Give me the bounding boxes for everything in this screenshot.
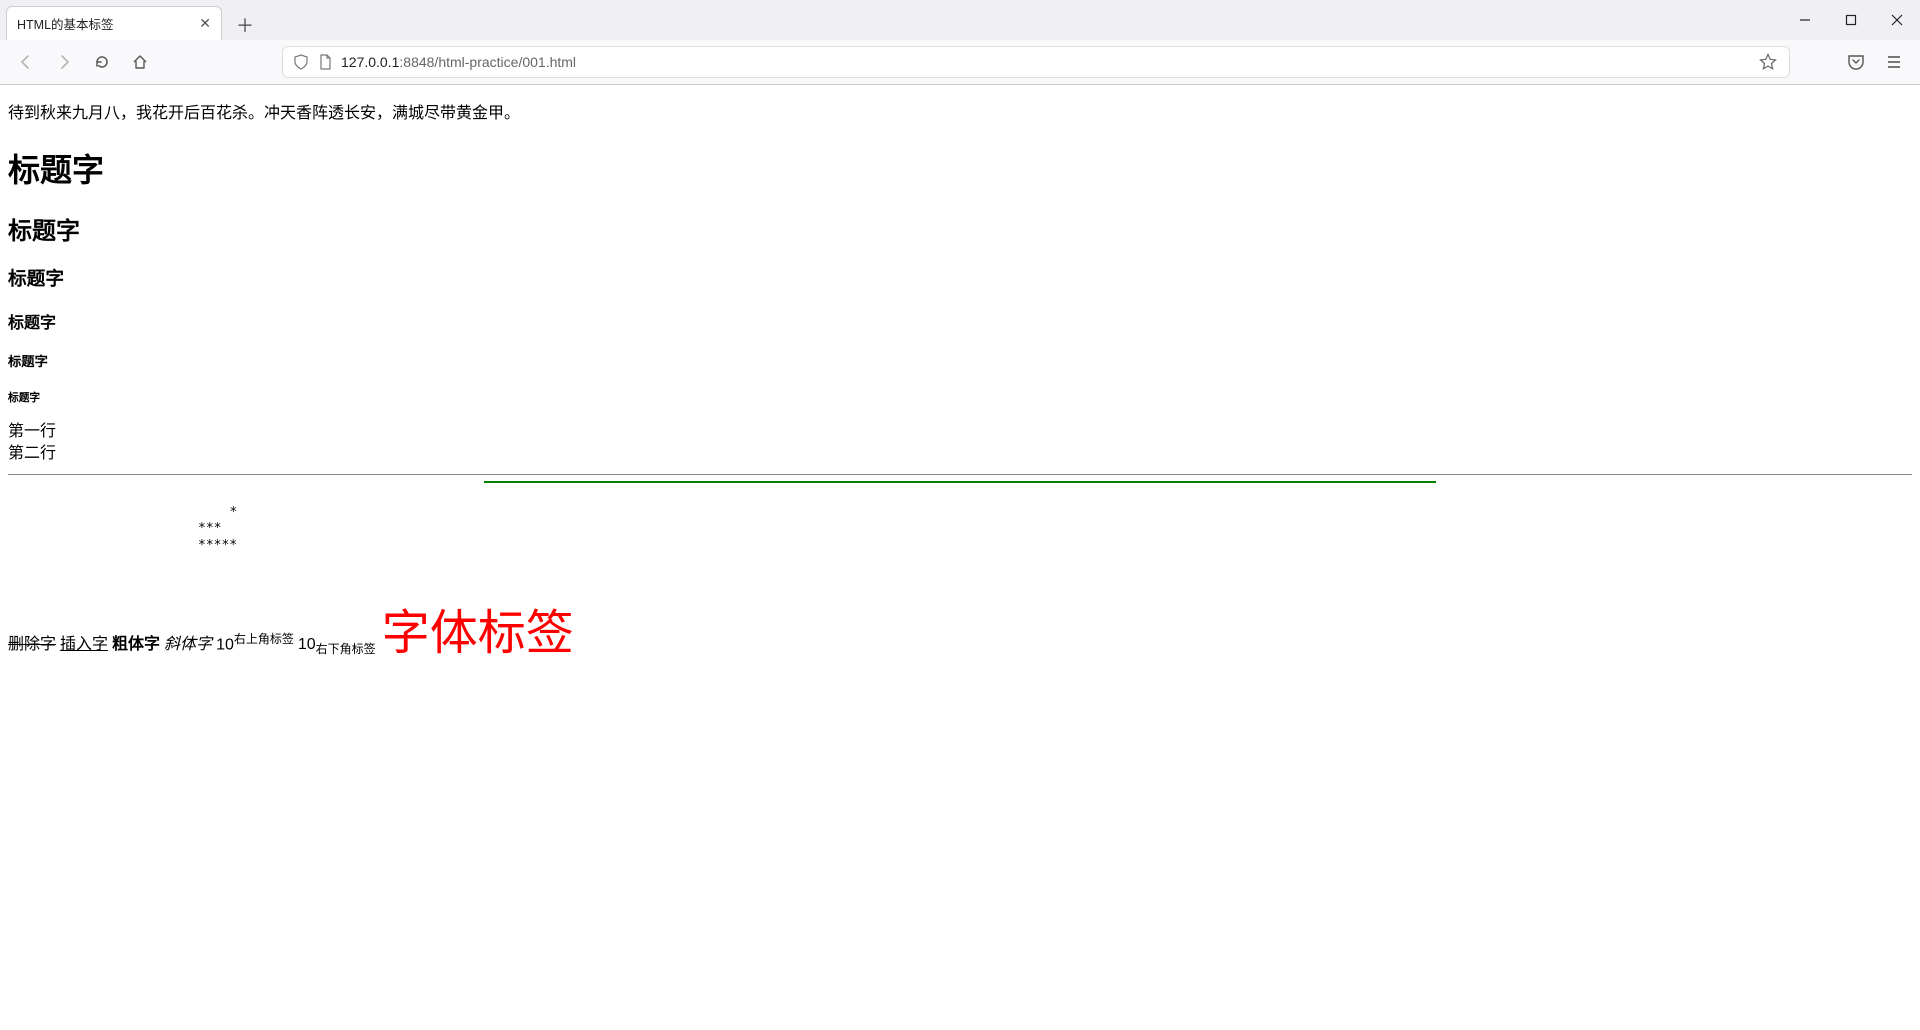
italic-text: 斜体字 xyxy=(164,630,212,654)
pre-row-3: ***** xyxy=(198,538,237,553)
font-tag-text: 字体标签 xyxy=(382,610,574,658)
two-line-paragraph: 第一行 第二行 xyxy=(8,421,1912,466)
close-window-button[interactable] xyxy=(1874,0,1920,40)
inserted-text: 插入字 xyxy=(60,630,108,654)
app-menu-icon[interactable] xyxy=(1878,46,1910,78)
subscript-text: 右下角标签 xyxy=(316,642,376,656)
close-tab-icon[interactable]: ✕ xyxy=(199,15,211,32)
url-bar[interactable]: 127.0.0.1:8848/html-practice/001.html xyxy=(282,46,1790,78)
pre-star-pyramid: ********* xyxy=(198,489,1912,570)
browser-chrome: HTML的基本标签 ✕ ＋ xyxy=(0,0,1920,85)
heading-1: 标题字 xyxy=(8,145,1912,191)
line-2: 第二行 xyxy=(8,445,56,462)
url-host: 127.0.0.1 xyxy=(341,54,399,70)
shield-icon xyxy=(293,54,309,70)
horizontal-rule-default xyxy=(8,474,1912,475)
heading-5: 标题字 xyxy=(8,351,1912,370)
heading-6: 标题字 xyxy=(8,390,1912,405)
maximize-button[interactable] xyxy=(1828,0,1874,40)
active-tab[interactable]: HTML的基本标签 ✕ xyxy=(6,6,222,40)
page-icon xyxy=(317,54,333,70)
tab-title: HTML的基本标签 xyxy=(17,14,114,33)
pre-row-1: * xyxy=(229,505,237,520)
window-controls xyxy=(1782,0,1920,40)
pocket-icon[interactable] xyxy=(1840,46,1872,78)
toolbar-right xyxy=(1840,46,1910,78)
url-rest: :8848/html-practice/001.html xyxy=(399,54,576,70)
pre-row-2: *** xyxy=(198,521,221,536)
line-1: 第一行 xyxy=(8,423,56,440)
bookmark-star-icon[interactable] xyxy=(1757,51,1779,73)
reload-button[interactable] xyxy=(86,46,118,78)
toolbar: 127.0.0.1:8848/html-practice/001.html xyxy=(0,40,1920,84)
heading-3: 标题字 xyxy=(8,264,1912,291)
page-content: 待到秋来九月八，我花开后百花杀。冲天香阵透长安，满城尽带黄金甲。 标题字 标题字… xyxy=(0,85,1920,666)
poem-text: 待到秋来九月八，我花开后百花杀。冲天香阵透长安，满城尽带黄金甲。 xyxy=(8,99,1912,123)
back-button[interactable] xyxy=(10,46,42,78)
styled-text-line: 删除字 插入字 粗体字 斜体字 10右上角标签 10右下角标签 字体标签 xyxy=(8,610,1912,658)
forward-button[interactable] xyxy=(48,46,80,78)
heading-4: 标题字 xyxy=(8,309,1912,333)
deleted-text: 删除字 xyxy=(8,630,56,654)
superscript-text: 右上角标签 xyxy=(234,632,294,646)
heading-2: 标题字 xyxy=(8,211,1912,246)
minimize-button[interactable] xyxy=(1782,0,1828,40)
new-tab-button[interactable]: ＋ xyxy=(230,10,260,40)
home-button[interactable] xyxy=(124,46,156,78)
bold-text: 粗体字 xyxy=(112,630,160,654)
url-text: 127.0.0.1:8848/html-practice/001.html xyxy=(341,54,1749,70)
tab-strip: HTML的基本标签 ✕ ＋ xyxy=(0,0,1920,40)
sub-base: 10右下角标签 xyxy=(298,636,376,657)
sup-base: 10右上角标签 xyxy=(216,630,294,654)
horizontal-rule-green xyxy=(484,481,1436,483)
